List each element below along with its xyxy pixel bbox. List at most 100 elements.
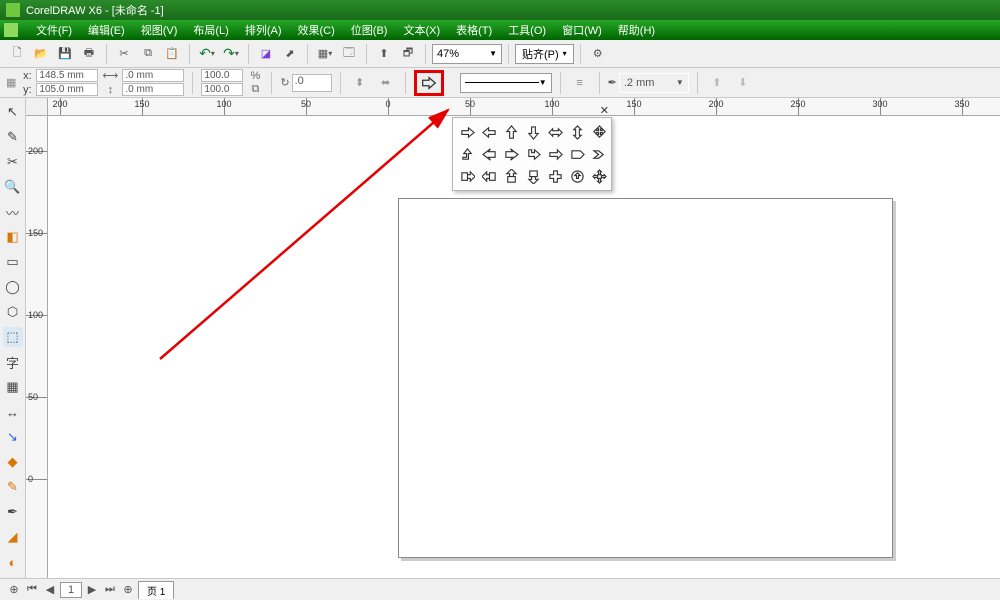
menu-item[interactable]: 表格(T) bbox=[448, 22, 500, 38]
pick-tool[interactable]: ↖ bbox=[3, 102, 23, 122]
arrow-pentagon-shape[interactable] bbox=[567, 144, 587, 164]
add-page-after-icon[interactable]: ⊕ bbox=[120, 582, 136, 598]
open-button[interactable]: 📂 bbox=[30, 43, 52, 65]
menu-item[interactable]: 编辑(E) bbox=[80, 22, 133, 38]
page-count-icon[interactable]: 1 bbox=[60, 582, 82, 598]
rectangle-tool[interactable]: ▭ bbox=[3, 252, 23, 272]
rotation-input[interactable]: .0 bbox=[292, 74, 332, 92]
next-page-button[interactable]: ▶ bbox=[84, 582, 100, 598]
export-button[interactable]: ⬈ bbox=[279, 43, 301, 65]
arrow-plus-shape[interactable] bbox=[545, 166, 565, 186]
prev-page-button[interactable]: ◀ bbox=[42, 582, 58, 598]
interactive-tool[interactable]: ◆ bbox=[3, 452, 23, 472]
zoom-level[interactable]: 47% ▼ bbox=[432, 44, 502, 64]
arrow-right-turn-shape[interactable] bbox=[523, 144, 543, 164]
menu-item[interactable]: 帮助(H) bbox=[610, 22, 663, 38]
menu-item[interactable]: 文本(X) bbox=[395, 22, 448, 38]
presets-button[interactable]: ▦ bbox=[6, 76, 16, 89]
outline-style-select[interactable]: ▼ bbox=[460, 73, 552, 93]
shape-tool[interactable]: ✎ bbox=[3, 127, 23, 147]
to-front-button[interactable]: ⬆ bbox=[706, 72, 728, 94]
arrow-quad-callout-shape[interactable] bbox=[589, 166, 609, 186]
polygon-tool[interactable]: ⬡ bbox=[3, 302, 23, 322]
vertical-ruler[interactable]: 200150100500 bbox=[26, 116, 48, 578]
arrow-right-alt-shape[interactable] bbox=[545, 144, 565, 164]
arrow-right-box-shape[interactable] bbox=[457, 166, 477, 186]
zoom-tool[interactable]: 🔍 bbox=[3, 177, 23, 197]
mirror-v-button[interactable]: ⬌ bbox=[375, 72, 397, 94]
menu-item[interactable]: 窗口(W) bbox=[554, 22, 610, 38]
ruler-origin[interactable] bbox=[26, 98, 48, 116]
arrow-up-box-shape[interactable] bbox=[501, 166, 521, 186]
menu-item[interactable]: 排列(A) bbox=[237, 22, 290, 38]
arrow-left-shape[interactable] bbox=[479, 122, 499, 142]
eyedropper-tool[interactable]: ✎ bbox=[3, 477, 23, 497]
copy-button[interactable]: ⧉ bbox=[137, 43, 159, 65]
menu-item[interactable]: 工具(O) bbox=[500, 22, 554, 38]
import-button[interactable]: ◪ bbox=[255, 43, 277, 65]
arrow-updown-shape[interactable] bbox=[567, 122, 587, 142]
ellipse-tool[interactable]: ◯ bbox=[3, 277, 23, 297]
arrow-chevron-shape[interactable] bbox=[589, 144, 609, 164]
menu-item[interactable]: 文件(F) bbox=[28, 22, 80, 38]
fill-tool[interactable]: ◢ bbox=[3, 527, 23, 547]
width-input[interactable]: .0 mm bbox=[122, 69, 184, 82]
arrow-down-callout-shape[interactable] bbox=[523, 166, 543, 186]
freehand-tool[interactable]: 〰 bbox=[3, 202, 23, 222]
save-button[interactable]: 💾 bbox=[54, 43, 76, 65]
height-input[interactable]: .0 mm bbox=[122, 83, 184, 96]
last-page-button[interactable]: ⏭ bbox=[102, 582, 118, 598]
menu-item[interactable]: 布局(L) bbox=[185, 22, 236, 38]
arrow-down-shape[interactable] bbox=[523, 122, 543, 142]
perfect-shapes-tool[interactable]: ⬚ bbox=[3, 327, 23, 347]
table-tool[interactable]: ▦ bbox=[3, 377, 23, 397]
launch-button[interactable]: ▦▾ bbox=[314, 43, 336, 65]
scale-y-input[interactable]: 100.0 bbox=[201, 83, 243, 96]
redo-button[interactable]: ↷▾ bbox=[220, 43, 242, 65]
first-page-button[interactable]: ⏮ bbox=[24, 582, 40, 598]
y-position-input[interactable]: 105.0 mm bbox=[36, 83, 98, 96]
wrap-text-button[interactable]: ≡ bbox=[569, 72, 591, 94]
connector-tool[interactable]: ↘ bbox=[3, 427, 23, 447]
page-tab[interactable]: 页 1 bbox=[138, 581, 174, 599]
flyout-close-icon[interactable]: ✕ bbox=[600, 104, 609, 117]
paste-button[interactable]: 📋 bbox=[161, 43, 183, 65]
publish-button[interactable]: ⬆ bbox=[373, 43, 395, 65]
snap-button[interactable]: 贴齐(P) ▾ bbox=[515, 44, 574, 64]
cut-button[interactable]: ✂ bbox=[113, 43, 135, 65]
x-position-input[interactable]: 148.5 mm bbox=[36, 69, 98, 82]
print-button[interactable]: 🖶 bbox=[78, 43, 100, 65]
menu-item[interactable]: 效果(C) bbox=[290, 22, 343, 38]
options-button[interactable]: ⚙ bbox=[587, 43, 609, 65]
perfect-shape-picker[interactable] bbox=[414, 70, 444, 96]
arrow-quad-shape[interactable] bbox=[589, 122, 609, 142]
crop-tool[interactable]: ✂ bbox=[3, 152, 23, 172]
arrow-circle-shape[interactable] bbox=[567, 166, 587, 186]
undo-button[interactable]: ↶▾ bbox=[196, 43, 218, 65]
to-back-button[interactable]: ⬇ bbox=[732, 72, 754, 94]
horizontal-ruler[interactable]: 20015010050050100150200250300350 bbox=[48, 98, 1000, 116]
arrow-leftright-shape[interactable] bbox=[545, 122, 565, 142]
welcome-button[interactable]: 🗔 bbox=[338, 43, 360, 65]
menu-item[interactable]: 位图(B) bbox=[343, 22, 396, 38]
arrow-notch-left-shape[interactable] bbox=[479, 144, 499, 164]
arrow-right-shape[interactable] bbox=[457, 122, 477, 142]
arrow-bent-up-shape[interactable] bbox=[457, 144, 477, 164]
menu-item[interactable]: 视图(V) bbox=[133, 22, 186, 38]
outline-width-input[interactable]: .2 mm ▼ bbox=[619, 73, 689, 93]
new-button[interactable]: 🗋 bbox=[6, 43, 28, 65]
app-button[interactable]: 🗗 bbox=[397, 43, 419, 65]
title-bar: CorelDRAW X6 - [未命名 -1] bbox=[0, 0, 1000, 20]
smart-fill-tool[interactable]: ◧ bbox=[3, 227, 23, 247]
arrow-notch-right-shape[interactable] bbox=[501, 144, 521, 164]
lock-ratio-icon[interactable]: ⧉ bbox=[247, 83, 263, 96]
dimension-tool[interactable]: ↔ bbox=[3, 402, 23, 422]
outline-tool[interactable]: ✒ bbox=[3, 502, 23, 522]
add-page-icon[interactable]: ⊕ bbox=[6, 582, 22, 598]
mirror-h-button[interactable]: ⬍ bbox=[349, 72, 371, 94]
interactive-fill-tool[interactable]: ◐ bbox=[3, 552, 23, 572]
scale-x-input[interactable]: 100.0 bbox=[201, 69, 243, 82]
arrow-left-box-shape[interactable] bbox=[479, 166, 499, 186]
text-tool[interactable]: 字 bbox=[3, 352, 23, 372]
arrow-up-shape[interactable] bbox=[501, 122, 521, 142]
